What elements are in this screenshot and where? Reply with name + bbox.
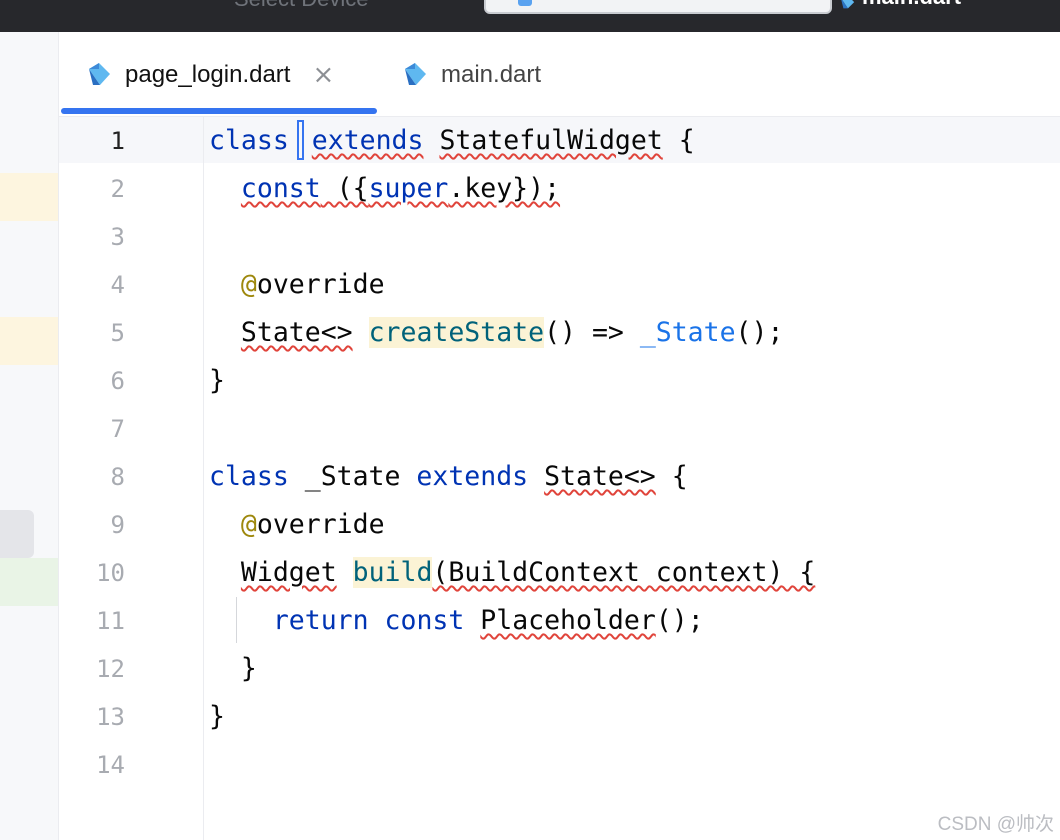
line-number: 11 <box>96 607 125 635</box>
keyword: super <box>368 173 449 204</box>
keyword: extends <box>416 461 529 492</box>
active-tab-indicator <box>61 108 377 114</box>
change-marker <box>0 317 58 365</box>
change-marker <box>0 558 58 606</box>
code-token: ({ <box>320 173 369 204</box>
line-number: 7 <box>110 415 125 443</box>
line-number: 13 <box>96 703 125 731</box>
line-number: 6 <box>110 367 125 395</box>
close-icon[interactable]: × <box>312 60 334 90</box>
type-name: StatefulWidget <box>439 125 663 156</box>
code-token: (); <box>735 317 784 348</box>
tab-label: main.dart <box>441 61 542 88</box>
code-token: { <box>662 125 695 156</box>
line-number: 1 <box>110 127 125 155</box>
line-number: 5 <box>110 319 125 347</box>
code-editor[interactable]: 1 2 3 4 5 6 7 8 9 10 11 12 13 14 class ex… <box>59 117 1060 840</box>
tab-main[interactable]: main.dart <box>401 58 541 92</box>
keyword: extends <box>311 125 424 156</box>
annotation-symbol: @ <box>240 269 257 300</box>
code-line[interactable]: } <box>209 693 225 741</box>
code-token: (BuildContext context) { <box>432 557 816 588</box>
tab-label: page_login.dart <box>125 61 291 88</box>
code-line[interactable]: return const Placeholder(); <box>209 597 704 645</box>
code-token: } <box>240 653 257 684</box>
line-number: 8 <box>110 463 125 491</box>
code-token: { <box>655 461 688 492</box>
keyword: class <box>209 125 289 156</box>
class-name: _State <box>288 461 417 492</box>
line-number: 2 <box>110 175 125 203</box>
code-token: .key}); <box>448 173 561 204</box>
annotation-name: override <box>256 269 385 300</box>
code-line[interactable]: } <box>209 357 225 405</box>
code-line[interactable]: const ({super.key}); <box>209 165 560 213</box>
line-number: 14 <box>96 751 125 779</box>
text-cursor <box>296 119 304 160</box>
keyword: return <box>272 605 369 636</box>
watermark: CSDN @帅次 <box>937 814 1054 835</box>
dart-file-icon <box>841 0 855 9</box>
gutter-separator <box>203 117 204 840</box>
line-number: 12 <box>96 655 125 683</box>
keyword: const <box>240 173 321 204</box>
tab-page-login[interactable]: page_login.dart × <box>85 58 334 92</box>
code-line[interactable]: } <box>209 645 257 693</box>
run-config-field[interactable] <box>484 0 832 14</box>
function-name: createState <box>368 317 545 348</box>
left-gutter-strip <box>0 32 59 840</box>
keyword: const <box>384 605 465 636</box>
annotation-symbol: @ <box>240 509 257 540</box>
code-line[interactable]: class extends StatefulWidget { <box>209 117 695 165</box>
function-name: build <box>352 557 433 588</box>
code-line[interactable]: @override <box>209 261 385 309</box>
type-name: State<> <box>240 317 353 348</box>
change-marker <box>0 173 58 221</box>
type-name: Placeholder <box>480 605 656 636</box>
top-toolbar: Select Device main.dart <box>0 0 1060 32</box>
code-line[interactable]: class _State extends State<> { <box>209 453 688 501</box>
file-icon <box>518 0 532 6</box>
type-name: Widget <box>240 557 337 588</box>
line-number: 3 <box>110 223 125 251</box>
dart-file-icon <box>405 63 426 85</box>
line-number: 9 <box>110 511 125 539</box>
line-number: 4 <box>110 271 125 299</box>
run-config-selector[interactable]: main.dart <box>841 0 961 10</box>
class-reference: _State <box>639 317 736 348</box>
code-line[interactable]: Widget build(BuildContext context) { <box>209 549 815 597</box>
scroll-position-marker[interactable] <box>0 510 34 558</box>
code-line[interactable]: State<> createState() => _State(); <box>209 309 783 357</box>
device-selector[interactable]: Select Device <box>234 0 369 12</box>
code-token: (); <box>655 605 704 636</box>
run-config-label: main.dart <box>862 0 961 9</box>
code-token: () => <box>544 317 640 348</box>
line-number: 10 <box>96 559 125 587</box>
editor-tab-bar: page_login.dart × main.dart <box>59 32 1060 117</box>
annotation-name: override <box>256 509 385 540</box>
dart-file-icon <box>89 63 110 85</box>
type-name: State<> <box>544 461 656 492</box>
code-line[interactable]: @override <box>209 501 385 549</box>
keyword: class <box>209 461 289 492</box>
